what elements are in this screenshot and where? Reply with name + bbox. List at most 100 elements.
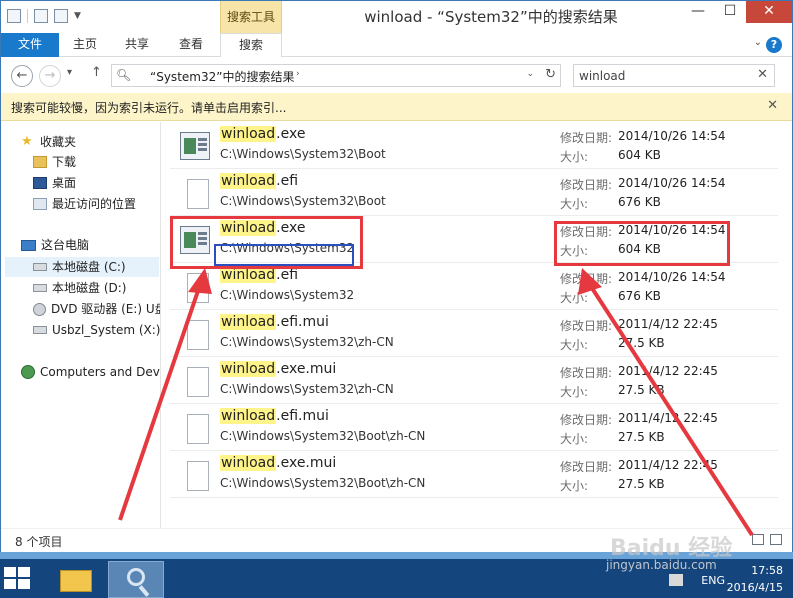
tab-file[interactable]: 文件 bbox=[1, 33, 59, 57]
properties-icon[interactable] bbox=[7, 9, 21, 23]
file-name[interactable]: winload.efi.mui bbox=[220, 314, 329, 330]
minimize-button[interactable]: — bbox=[682, 1, 714, 23]
start-button[interactable] bbox=[4, 567, 32, 591]
file-ext: .exe bbox=[276, 126, 306, 142]
close-info-bar-icon[interactable]: ✕ bbox=[767, 98, 778, 113]
nav-network[interactable]: Computers and Devices bbox=[21, 362, 160, 382]
nav-item-label: 最近访问的位置 bbox=[52, 197, 137, 211]
breadcrumb-chevron-icon[interactable]: › bbox=[296, 69, 300, 79]
help-icon[interactable]: ? bbox=[766, 37, 782, 53]
customize-toolbar-chevron-icon[interactable]: ▼ bbox=[74, 11, 81, 21]
nav-desktop[interactable]: 桌面 bbox=[33, 173, 76, 193]
close-button[interactable]: ✕ bbox=[746, 1, 792, 23]
list-item[interactable]: winload.exe.mui C:\Windows\System32\Boot… bbox=[170, 451, 778, 498]
windows-logo-icon bbox=[18, 567, 30, 577]
nav-favorites[interactable]: ★ 收藏夹 bbox=[21, 132, 76, 152]
match-highlight: winload bbox=[220, 455, 277, 471]
toolbar-divider bbox=[27, 9, 28, 23]
list-item[interactable]: winload.efi C:\Windows\System32 修改日期: 20… bbox=[170, 263, 778, 310]
tab-search[interactable]: 搜索 bbox=[220, 33, 282, 57]
explorer-window: ▼ 搜索工具 winload - “System32”中的搜索结果 — ☐ ✕ … bbox=[0, 0, 793, 552]
modified-value: 2011/4/12 22:45 bbox=[618, 458, 718, 472]
file-name[interactable]: winload.exe.mui bbox=[220, 361, 336, 377]
list-item[interactable]: winload.efi C:\Windows\System32\Boot 修改日… bbox=[170, 169, 778, 216]
drive-icon bbox=[33, 284, 47, 292]
size-label: 大小: bbox=[560, 385, 589, 399]
nav-drive-d[interactable]: 本地磁盘 (D:) bbox=[33, 278, 126, 298]
back-button[interactable]: ← bbox=[11, 65, 33, 87]
file-name[interactable]: winload.exe.mui bbox=[220, 455, 336, 471]
nav-drive-c[interactable]: 本地磁盘 (C:) bbox=[5, 257, 159, 277]
desktop-icon bbox=[33, 177, 47, 189]
expand-ribbon-icon[interactable]: ⌄ bbox=[754, 37, 762, 48]
clear-search-icon[interactable]: ✕ bbox=[757, 67, 768, 82]
search-input[interactable] bbox=[574, 65, 744, 86]
tab-home[interactable]: 主页 bbox=[63, 33, 107, 57]
modified-value: 2014/10/26 14:54 bbox=[618, 270, 726, 284]
view-switcher bbox=[752, 534, 782, 545]
baidu-watermark-url: jingyan.baidu.com bbox=[606, 558, 717, 572]
new-document-icon[interactable] bbox=[34, 9, 48, 23]
windows-logo-icon bbox=[4, 567, 16, 577]
nav-downloads[interactable]: 下载 bbox=[33, 152, 76, 172]
taskbar-search-window[interactable] bbox=[108, 561, 164, 598]
file-icon bbox=[187, 367, 209, 397]
size-value: 27.5 KB bbox=[618, 477, 665, 491]
match-highlight: winload bbox=[220, 126, 277, 142]
match-highlight: winload bbox=[220, 361, 277, 377]
address-history-chevron-icon[interactable]: ⌄ bbox=[526, 69, 534, 79]
file-name[interactable]: winload.efi bbox=[220, 267, 298, 283]
address-bar[interactable]: 🔍︎ “System32”中的搜索结果 › ⌄ ↻ bbox=[111, 64, 561, 87]
refresh-icon[interactable]: ↻ bbox=[545, 67, 556, 82]
address-path[interactable]: “System32”中的搜索结果 bbox=[150, 68, 294, 85]
file-name[interactable]: winload.efi.mui bbox=[220, 408, 329, 424]
tab-share[interactable]: 共享 bbox=[115, 33, 159, 57]
windows-logo-icon bbox=[18, 579, 30, 589]
input-language[interactable]: ENG bbox=[701, 574, 725, 587]
nav-this-pc[interactable]: 这台电脑 bbox=[21, 235, 89, 255]
file-ext: .efi.mui bbox=[276, 408, 329, 424]
nav-item-label: 本地磁盘 (C:) bbox=[52, 260, 126, 274]
clock-date[interactable]: 2016/4/15 bbox=[723, 581, 783, 594]
search-box[interactable]: ✕ bbox=[573, 64, 775, 87]
large-icons-view-icon[interactable] bbox=[770, 534, 782, 545]
file-icon bbox=[187, 414, 209, 444]
up-button[interactable]: ↑ bbox=[91, 65, 102, 80]
info-bar-message[interactable]: 搜索可能较慢，因为索引未运行。请单击启用索引... bbox=[11, 99, 286, 116]
file-ext: .efi bbox=[276, 173, 299, 189]
list-item[interactable]: winload.efi.mui C:\Windows\System32\Boot… bbox=[170, 404, 778, 451]
forward-button[interactable]: → bbox=[39, 65, 61, 87]
taskbar-file-explorer[interactable] bbox=[48, 561, 104, 598]
file-path: C:\Windows\System32\zh-CN bbox=[220, 335, 394, 349]
list-item[interactable]: winload.exe.mui C:\Windows\System32\zh-C… bbox=[170, 357, 778, 404]
file-name[interactable]: winload.efi bbox=[220, 173, 298, 189]
search-tools-context-header: 搜索工具 bbox=[220, 1, 282, 33]
nav-favorites-label: 收藏夹 bbox=[40, 135, 77, 149]
star-icon: ★ bbox=[21, 134, 33, 149]
file-ext: .exe.mui bbox=[276, 361, 337, 377]
size-value: 676 KB bbox=[618, 289, 661, 303]
tab-view[interactable]: 查看 bbox=[169, 33, 213, 57]
clock-time[interactable]: 17:58 bbox=[723, 564, 783, 577]
new-folder-icon[interactable] bbox=[54, 9, 68, 23]
list-item[interactable]: winload.exe C:\Windows\System32\Boot 修改日… bbox=[170, 122, 778, 169]
size-value: 27.5 KB bbox=[618, 383, 665, 397]
nav-item-label: Usbzl_System (X:) bbox=[52, 323, 161, 337]
details-view-icon[interactable] bbox=[752, 534, 764, 545]
match-highlight: winload bbox=[220, 173, 277, 189]
computer-icon bbox=[21, 239, 36, 251]
list-item[interactable]: winload.efi.mui C:\Windows\System32\zh-C… bbox=[170, 310, 778, 357]
maximize-button[interactable]: ☐ bbox=[714, 1, 746, 23]
navigation-pane: ★ 收藏夹 下载 桌面 最近访问的位置 这台电脑 本地磁盘 (C:) 本地磁盘 … bbox=[1, 122, 161, 528]
info-bar[interactable]: 搜索可能较慢，因为索引未运行。请单击启用索引... ✕ bbox=[1, 93, 792, 121]
recent-locations-chevron-icon[interactable]: ▾ bbox=[67, 67, 72, 78]
modified-label: 修改日期: bbox=[560, 131, 613, 145]
nav-drive-e[interactable]: DVD 驱动器 (E:) U盘 bbox=[33, 299, 160, 319]
size-value: 676 KB bbox=[618, 195, 661, 209]
nav-recent-places[interactable]: 最近访问的位置 bbox=[33, 194, 136, 214]
file-icon bbox=[187, 320, 209, 350]
file-name[interactable]: winload.exe bbox=[220, 126, 305, 142]
action-center-flag-icon[interactable] bbox=[669, 574, 683, 586]
windows-logo-icon bbox=[4, 579, 16, 589]
nav-drive-x[interactable]: Usbzl_System (X:) bbox=[33, 320, 160, 340]
